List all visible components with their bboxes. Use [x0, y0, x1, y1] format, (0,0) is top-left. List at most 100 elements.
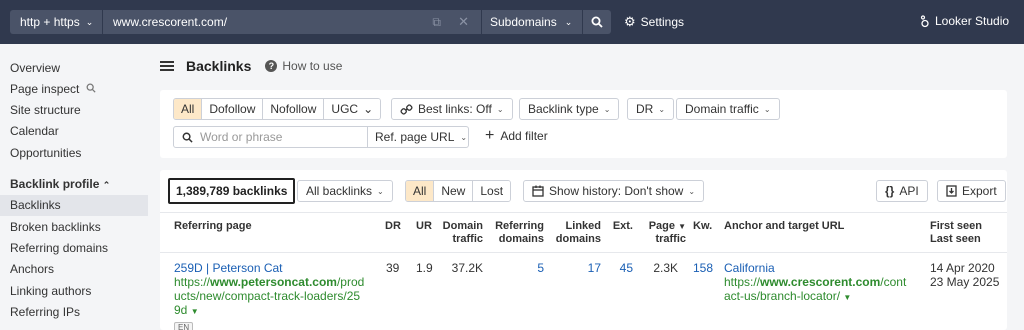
caret-down-icon[interactable]: ▼: [843, 293, 851, 302]
add-filter-button[interactable]: + Add filter: [485, 127, 548, 144]
last-seen-value: 23 May 2025: [930, 275, 1000, 289]
page-url-link[interactable]: https://www.petersoncat.com/prod ucts/ne…: [174, 275, 374, 319]
clear-icon[interactable]: ✕: [458, 14, 469, 30]
sidebar-item-anchors[interactable]: Anchors: [10, 262, 54, 276]
status-tabs: All New Lost: [405, 180, 512, 202]
col-first-last-seen[interactable]: First seen Last seen: [930, 220, 982, 246]
divider: [160, 212, 1007, 213]
col-linked-domains[interactable]: Linked domains: [554, 220, 601, 246]
tab-new[interactable]: New: [434, 181, 474, 201]
col-label: Page ▼: [638, 220, 686, 233]
tab-nofollow[interactable]: Nofollow: [263, 99, 325, 119]
best-links-dropdown[interactable]: Best links: Off ⌄: [391, 98, 513, 120]
sidebar-item-calendar[interactable]: Calendar: [10, 124, 59, 138]
kw-value[interactable]: 158: [693, 261, 713, 275]
tab-dofollow[interactable]: Dofollow: [202, 99, 264, 119]
gear-icon: ⚙: [624, 14, 636, 29]
looker-icon: [920, 14, 929, 27]
col-label: domains: [498, 233, 544, 245]
chevron-down-icon: ⌄: [763, 104, 771, 114]
chevron-down-icon: ⌄: [603, 104, 611, 114]
url-part: /prod: [336, 275, 365, 289]
plus-icon: +: [485, 127, 495, 144]
history-dropdown[interactable]: Show history: Don't show ⌄: [523, 180, 705, 202]
add-filter-label: Add filter: [500, 129, 548, 143]
sort-desc-icon: ▼: [678, 222, 686, 231]
ref-page-url-select[interactable]: Ref. page URL ⌄: [367, 126, 469, 148]
url-part: ucts/new/compact-track-loaders/25: [174, 289, 361, 303]
sidebar-item-referring-ips[interactable]: Referring IPs: [10, 305, 80, 319]
mode-label: Subdomains: [490, 15, 557, 29]
tab-all[interactable]: All: [406, 181, 435, 201]
url-domain: www.crescorent.com: [760, 275, 881, 289]
referring-domains-value[interactable]: 5: [490, 261, 544, 275]
anchor-text[interactable]: California: [724, 261, 924, 275]
menu-icon[interactable]: [160, 61, 174, 71]
chevron-down-icon: ⌄: [564, 16, 573, 27]
settings-button[interactable]: ⚙ Settings: [624, 14, 684, 30]
sidebar-item-linking-authors[interactable]: Linking authors: [10, 284, 91, 298]
sidebar-item-label: Page inspect: [10, 82, 80, 96]
dr-value: 39: [386, 261, 400, 275]
sidebar-section-backlink-profile[interactable]: Backlink profile ⌃: [10, 177, 110, 191]
sidebar-item-broken-backlinks[interactable]: Broken backlinks: [10, 220, 101, 234]
export-icon: [946, 185, 957, 197]
protocol-select[interactable]: http + https ⌄: [10, 10, 102, 34]
dr-dropdown[interactable]: DR ⌄: [627, 98, 675, 120]
mode-select[interactable]: Subdomains ⌄: [482, 10, 582, 34]
best-links-label: Best links: Off: [418, 102, 492, 116]
chevron-down-icon: ⌄: [377, 186, 384, 196]
domain-traffic-value: 37.2K: [451, 261, 483, 275]
scope-label: All backlinks: [306, 184, 373, 198]
sidebar-item-referring-domains[interactable]: Referring domains: [10, 241, 108, 255]
referring-page-cell: 259D | Peterson Cat https://www.peterson…: [174, 261, 374, 319]
tab-ugc[interactable]: UGC ⌄: [324, 99, 381, 119]
col-page-traffic[interactable]: Page ▼ traffic: [638, 220, 686, 246]
tab-all[interactable]: All: [174, 99, 203, 119]
looker-studio-button[interactable]: Looker Studio: [920, 14, 1009, 28]
results-panel: 1,389,789 backlinks All backlinks ⌄ All …: [160, 170, 1007, 330]
api-button[interactable]: {} API: [876, 180, 928, 202]
col-label: domains: [555, 233, 601, 245]
sidebar-item-opportunities[interactable]: Opportunities: [10, 146, 81, 160]
ref-page-url-label: Ref. page URL: [375, 130, 455, 144]
col-ext[interactable]: Ext.: [608, 220, 633, 233]
domain-traffic-dropdown[interactable]: Domain traffic ⌄: [676, 98, 780, 120]
col-domain-traffic[interactable]: Domain traffic: [439, 220, 483, 246]
caret-down-icon[interactable]: ▼: [191, 307, 199, 316]
col-referring-domains[interactable]: Referring domains: [490, 220, 544, 246]
col-label: Last seen: [930, 233, 981, 245]
open-external-icon[interactable]: ⧉: [432, 15, 441, 30]
url-input[interactable]: www.crescorent.com/ ⧉ ✕: [103, 10, 481, 34]
tab-lost[interactable]: Lost: [473, 181, 511, 201]
col-dr[interactable]: DR: [385, 220, 401, 233]
sidebar-item-backlinks[interactable]: Backlinks: [10, 198, 61, 212]
url-part: act-us/branch-locator/: [724, 289, 841, 303]
ext-value[interactable]: 45: [608, 261, 633, 275]
protocol-label: http + https: [20, 15, 80, 29]
col-ur[interactable]: UR: [416, 220, 432, 233]
chevron-up-icon: ⌃: [102, 180, 111, 190]
top-bar: http + https ⌄ www.crescorent.com/ ⧉ ✕ S…: [0, 0, 1024, 44]
search-icon: [86, 83, 96, 93]
search-icon: [182, 132, 193, 143]
export-button[interactable]: Export: [937, 180, 1006, 202]
backlinks-scope-dropdown[interactable]: All backlinks ⌄: [297, 180, 393, 202]
target-url-link[interactable]: https://www.crescorent.com/cont act-us/b…: [724, 275, 924, 305]
backlink-type-dropdown[interactable]: Backlink type ⌄: [519, 98, 620, 120]
search-button[interactable]: [583, 10, 611, 34]
backlink-type-label: Backlink type: [528, 102, 599, 116]
col-kw[interactable]: Kw.: [693, 220, 712, 233]
linked-domains-value[interactable]: 17: [554, 261, 601, 275]
sidebar-item-page-inspect[interactable]: Page inspect: [10, 82, 96, 96]
help-icon: ?: [265, 60, 278, 72]
chevron-down-icon: ⌄: [460, 132, 468, 142]
col-referring-page[interactable]: Referring page: [174, 220, 252, 233]
how-to-use-link[interactable]: ? How to use: [265, 59, 342, 73]
col-anchor[interactable]: Anchor and target URL: [724, 220, 844, 233]
sidebar-item-overview[interactable]: Overview: [10, 61, 60, 75]
sidebar-item-site-structure[interactable]: Site structure: [10, 103, 81, 117]
page-title-link[interactable]: 259D | Peterson Cat: [174, 261, 374, 275]
search-input[interactable]: Word or phrase: [173, 126, 368, 148]
domain-traffic-label: Domain traffic: [685, 102, 759, 116]
